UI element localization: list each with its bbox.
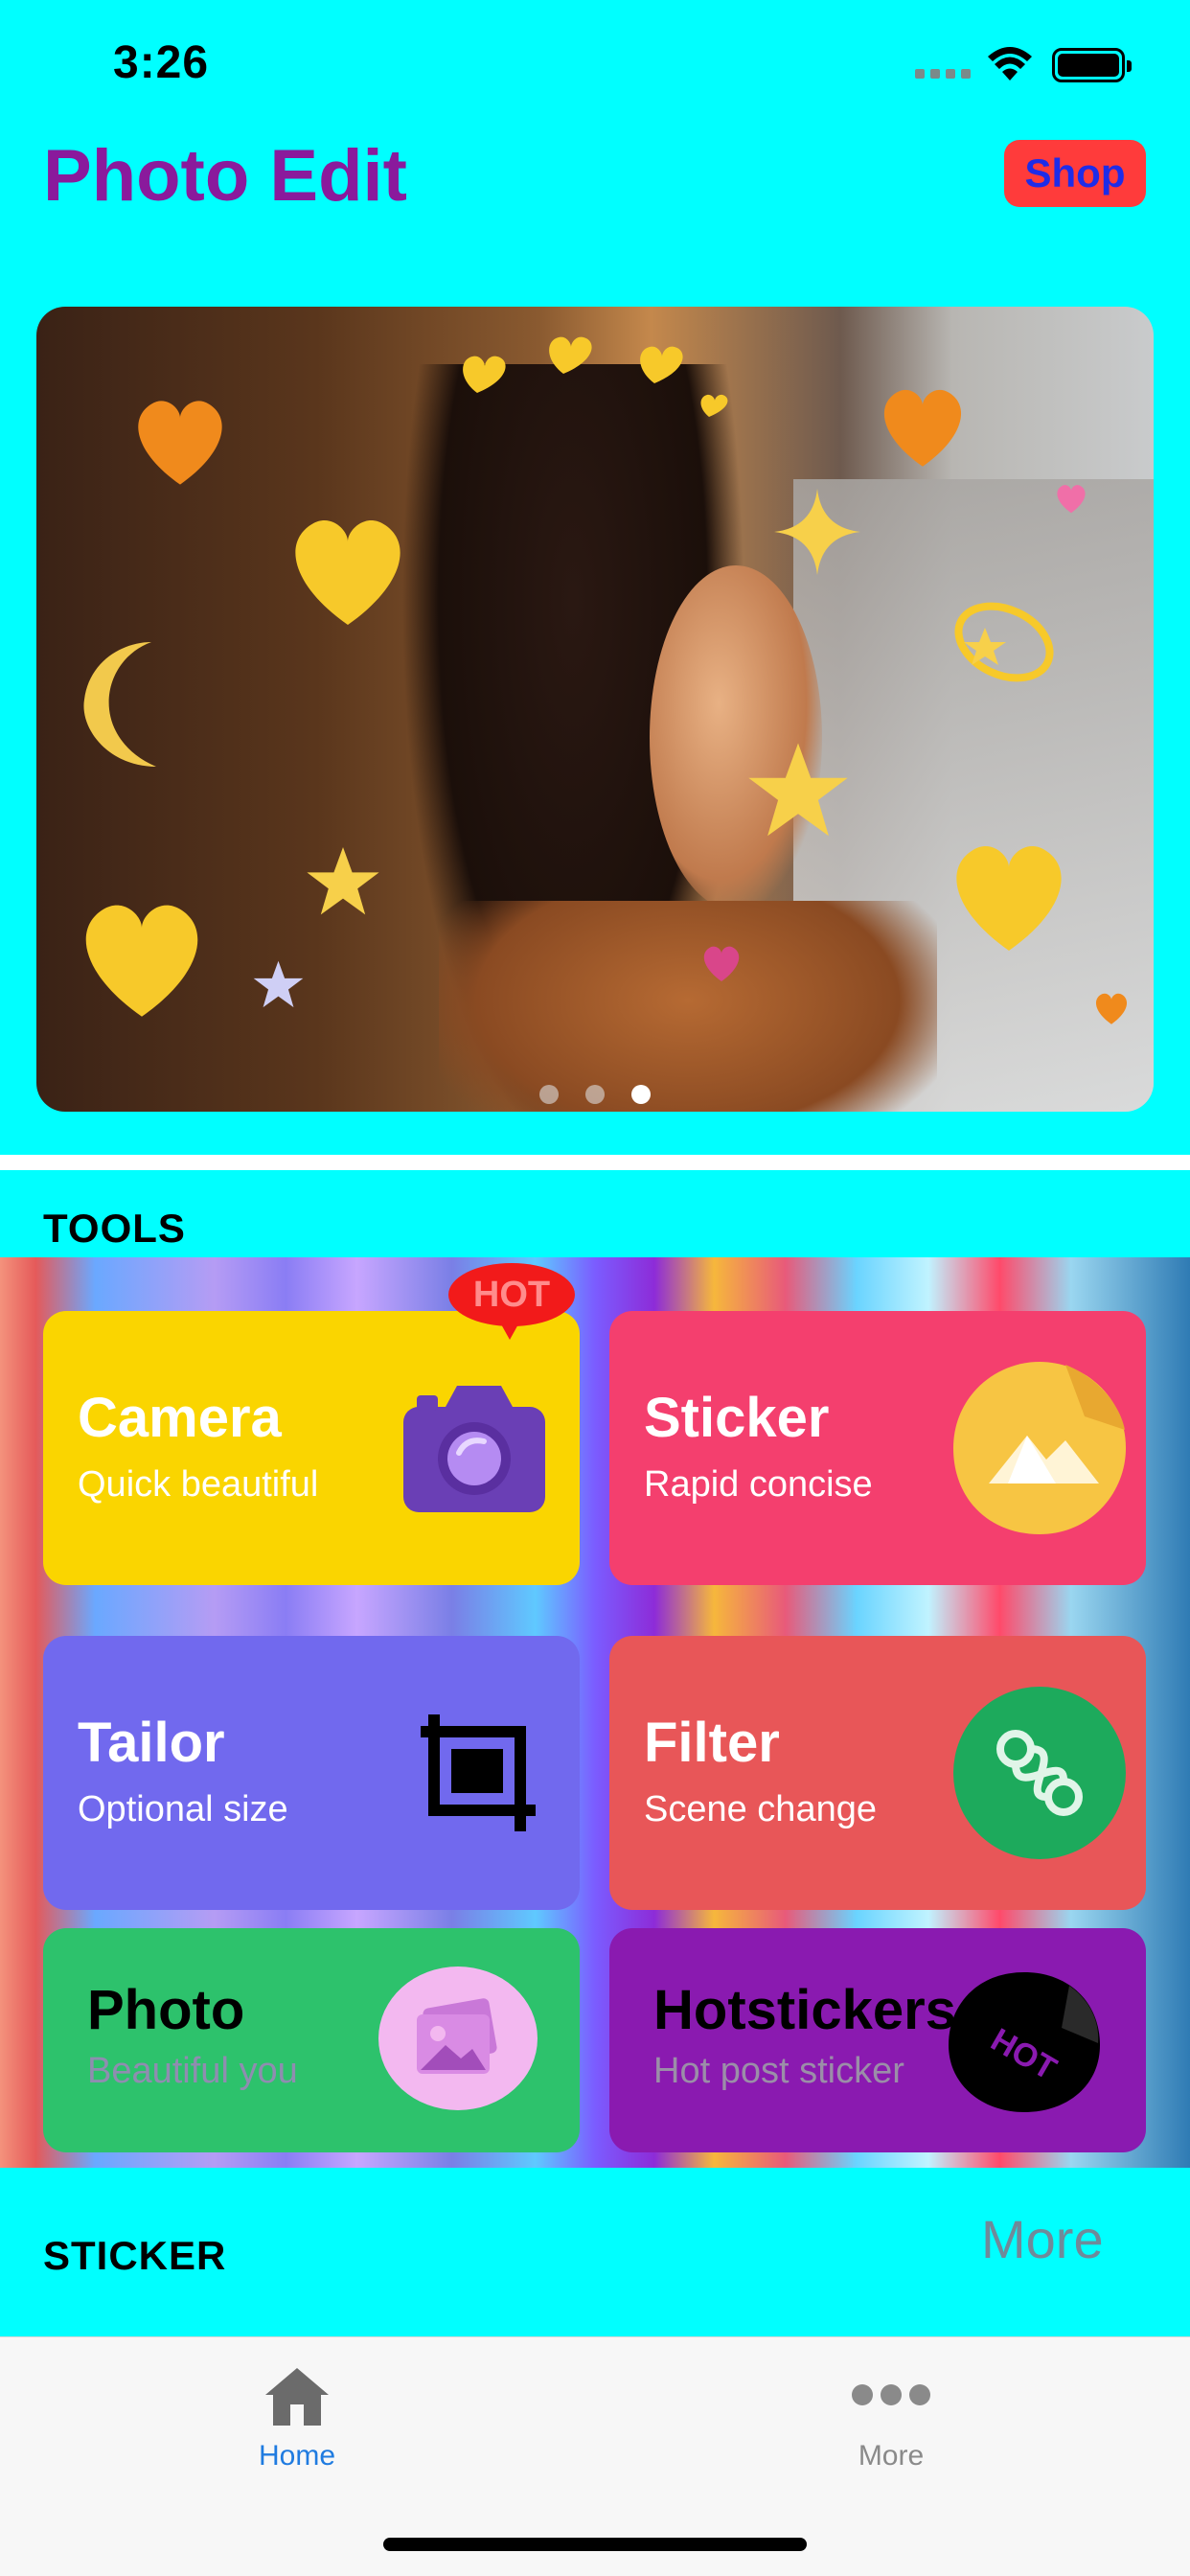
camera-tool-card[interactable]: Camera Quick beautiful (43, 1311, 580, 1585)
more-link[interactable]: More (981, 2208, 1104, 2270)
app-title: Photo Edit (43, 135, 407, 217)
orange-heart-icon (1095, 993, 1128, 1024)
camera-tool-title: Camera (78, 1387, 282, 1449)
orange-heart-icon (138, 401, 222, 485)
wifi-icon (988, 47, 1032, 80)
star-icon (307, 847, 379, 915)
hot-sticker-icon: HOT (949, 1972, 1100, 2112)
sticker-section-title: STICKER (43, 2233, 227, 2278)
filter-tool-title: Filter (644, 1712, 780, 1774)
photo-tool-card[interactable]: Photo Beautiful you (43, 1928, 580, 2152)
filter-tool-subtitle: Scene change (644, 1789, 877, 1829)
tools-section-title: TOOLS (43, 1206, 186, 1251)
sticker-tool-card[interactable]: Sticker Rapid concise (609, 1311, 1146, 1585)
tab-home-label: Home (258, 2440, 336, 2472)
banner-figure-body (439, 901, 937, 1112)
tailor-tool-card[interactable]: Tailor Optional size (43, 1636, 580, 1910)
crop-icon (421, 1714, 536, 1831)
section-divider (0, 1155, 1190, 1170)
sticker-icon (953, 1362, 1126, 1534)
photo-tool-subtitle: Beautiful you (87, 2051, 298, 2091)
star-icon (253, 960, 304, 1008)
camera-icon (403, 1386, 545, 1512)
sparkle-icon (774, 489, 860, 575)
camera-tool-subtitle: Quick beautiful (78, 1464, 319, 1505)
orange-heart-icon (883, 389, 962, 467)
carousel-page-indicator[interactable] (36, 1085, 1154, 1104)
sticker-tool-subtitle: Rapid concise (644, 1464, 873, 1505)
battery-icon (1052, 48, 1132, 82)
more-dots-icon (852, 2384, 930, 2405)
tab-more[interactable]: More (795, 2366, 987, 2472)
photo-tool-title: Photo (87, 1979, 245, 2041)
yellow-heart-icon (956, 846, 1062, 951)
cellular-signal-icon (915, 69, 971, 79)
status-time: 3:26 (113, 37, 210, 88)
hotstickers-tool-subtitle: Hot post sticker (653, 2051, 904, 2091)
status-bar: 3:26 (0, 0, 1190, 125)
carousel-dot[interactable] (539, 1085, 559, 1104)
shop-button[interactable]: Shop (1004, 140, 1146, 207)
filter-tool-card[interactable]: Filter Scene change (609, 1636, 1146, 1910)
tab-home[interactable]: Home (201, 2366, 393, 2472)
star-icon (748, 743, 848, 837)
pink-heart-icon (703, 946, 740, 981)
hot-badge: HOT (448, 1263, 575, 1340)
hotstickers-tool-title: Hotstickers (653, 1979, 956, 2041)
shooting-star-icon (954, 602, 1054, 682)
photo-icon (378, 1966, 538, 2110)
pink-heart-icon (1057, 485, 1086, 514)
crescent-moon-icon (83, 642, 156, 767)
heart-crown-icon (463, 336, 728, 417)
home-indicator[interactable] (383, 2538, 807, 2551)
carousel-dot-active[interactable] (631, 1085, 651, 1104)
banner-carousel[interactable] (36, 307, 1154, 1112)
filter-icon (953, 1687, 1126, 1859)
tab-more-label: More (858, 2440, 925, 2472)
yellow-heart-icon (85, 905, 198, 1017)
hotstickers-tool-card[interactable]: Hotstickers Hot post sticker HOT (609, 1928, 1146, 2152)
yellow-heart-icon (295, 520, 400, 625)
tailor-tool-title: Tailor (78, 1712, 225, 1774)
home-icon (265, 2368, 329, 2426)
tailor-tool-subtitle: Optional size (78, 1789, 288, 1829)
sticker-tool-title: Sticker (644, 1387, 830, 1449)
carousel-dot[interactable] (585, 1085, 605, 1104)
